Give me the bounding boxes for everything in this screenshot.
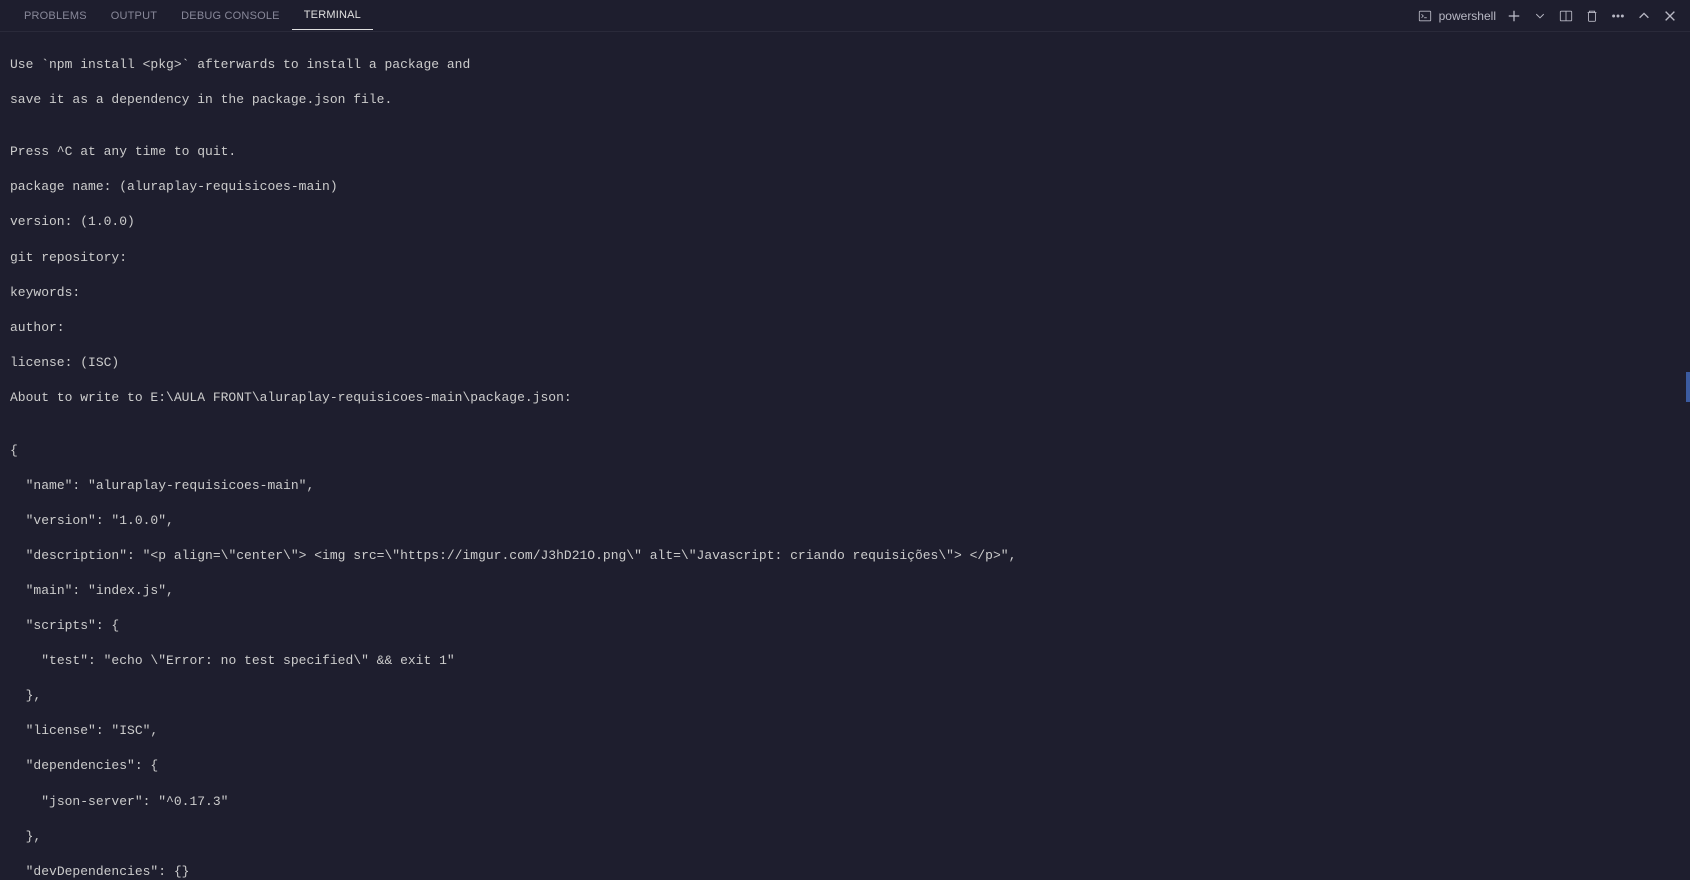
terminal-line: git repository: — [10, 249, 1680, 267]
kill-terminal-icon[interactable] — [1584, 8, 1600, 24]
terminal-line: "scripts": { — [10, 617, 1680, 635]
terminal-line: "description": "<p align=\"center\"> <im… — [10, 547, 1680, 565]
terminal-line: Press ^C at any time to quit. — [10, 143, 1680, 161]
terminal-line: "devDependencies": {} — [10, 863, 1680, 880]
terminal-line: "license": "ISC", — [10, 722, 1680, 740]
terminal-line: save it as a dependency in the package.j… — [10, 91, 1680, 109]
terminal-line: About to write to E:\AULA FRONT\alurapla… — [10, 389, 1680, 407]
terminal-actions: powershell — [1417, 8, 1678, 24]
more-actions-icon[interactable] — [1610, 8, 1626, 24]
tab-problems[interactable]: PROBLEMS — [12, 2, 99, 30]
terminal-line: "json-server": "^0.17.3" — [10, 793, 1680, 811]
tab-debug-console[interactable]: DEBUG CONSOLE — [169, 2, 292, 30]
terminal-line: "version": "1.0.0", — [10, 512, 1680, 530]
terminal-line: Use `npm install <pkg>` afterwards to in… — [10, 56, 1680, 74]
close-panel-icon[interactable] — [1662, 8, 1678, 24]
new-terminal-icon[interactable] — [1506, 8, 1522, 24]
terminal-icon — [1417, 8, 1433, 24]
chevron-down-icon[interactable] — [1532, 8, 1548, 24]
terminal-line: "main": "index.js", — [10, 582, 1680, 600]
terminal-line: "name": "aluraplay-requisicoes-main", — [10, 477, 1680, 495]
terminal-line: }, — [10, 687, 1680, 705]
panel-tab-bar: PROBLEMS OUTPUT DEBUG CONSOLE TERMINAL p… — [0, 0, 1690, 32]
terminal-shell-selector[interactable]: powershell — [1417, 8, 1496, 24]
terminal-line: }, — [10, 828, 1680, 846]
terminal-line: package name: (aluraplay-requisicoes-mai… — [10, 178, 1680, 196]
panel-tabs: PROBLEMS OUTPUT DEBUG CONSOLE TERMINAL — [12, 1, 373, 30]
terminal-line: "dependencies": { — [10, 757, 1680, 775]
terminal-line: { — [10, 442, 1680, 460]
terminal-line: license: (ISC) — [10, 354, 1680, 372]
tab-output[interactable]: OUTPUT — [99, 2, 169, 30]
terminal-line: version: (1.0.0) — [10, 213, 1680, 231]
scrollbar-marker — [1686, 372, 1690, 402]
maximize-panel-icon[interactable] — [1636, 8, 1652, 24]
terminal-output[interactable]: Use `npm install <pkg>` afterwards to in… — [0, 32, 1690, 880]
terminal-line: "test": "echo \"Error: no test specified… — [10, 652, 1680, 670]
terminal-line: author: — [10, 319, 1680, 337]
split-terminal-icon[interactable] — [1558, 8, 1574, 24]
shell-name-label: powershell — [1439, 9, 1496, 23]
terminal-line: keywords: — [10, 284, 1680, 302]
tab-terminal[interactable]: TERMINAL — [292, 1, 373, 30]
